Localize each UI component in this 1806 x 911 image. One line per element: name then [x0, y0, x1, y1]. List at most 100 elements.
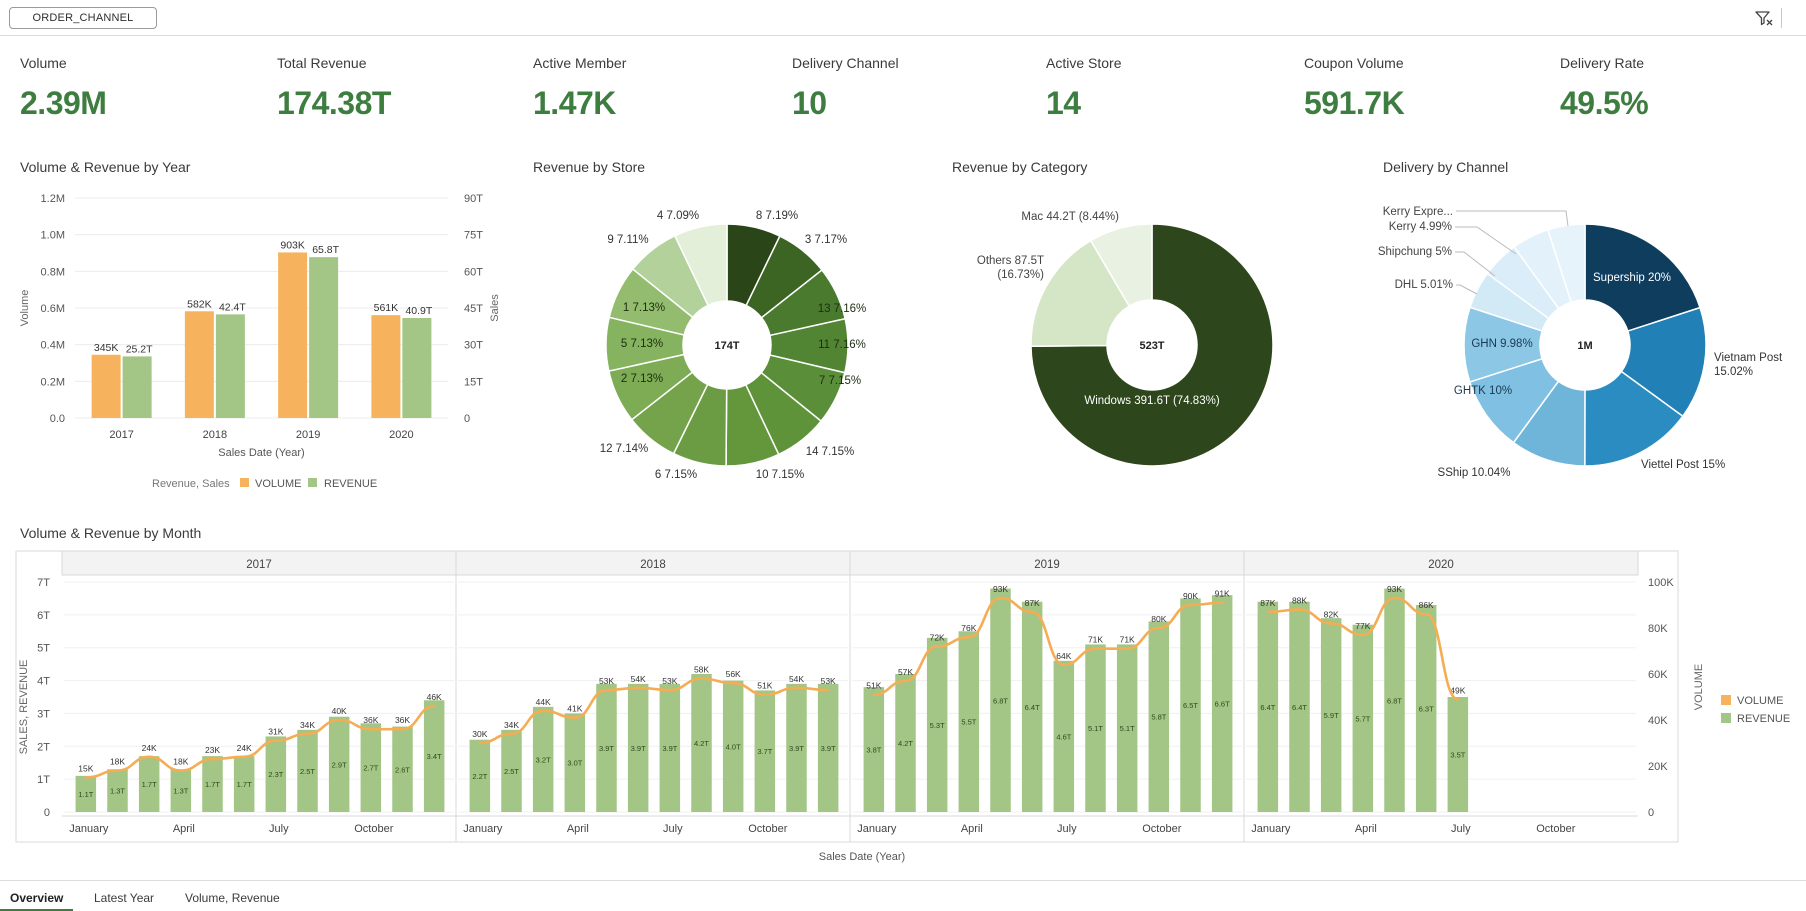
slice-label: 5 7.13% [621, 338, 663, 350]
revenue-data-label: 6.5T [1183, 701, 1198, 710]
volume-line [84, 704, 436, 779]
volume-data-label: 15K [78, 764, 93, 774]
volume-bar [184, 311, 214, 418]
y-tick-label: 0.6M [41, 303, 65, 315]
slice-label: SShip 10.04% [1438, 467, 1511, 479]
volume-data-label: 34K [504, 720, 519, 730]
y2-tick-label: 20K [1648, 761, 1668, 773]
revenue-data-label: 1.7T [205, 780, 220, 789]
revenue-data-label: 6.3T [1419, 705, 1434, 714]
y2-tick-label: 90T [464, 193, 483, 205]
kpi-delivery-rate: Delivery Rate 49.5% [1560, 55, 1806, 122]
revenue-data-label: 4.2T [898, 739, 913, 748]
x-axis-label: Sales Date (Year) [819, 851, 905, 863]
revenue-data-label: 3.9T [662, 744, 677, 753]
slice-label: Mac 44.2T (8.44%) [1021, 211, 1119, 223]
slice-label: Supership 20% [1593, 272, 1671, 284]
x-tick-label: April [961, 823, 983, 835]
legend-swatch-revenue [308, 478, 317, 487]
kpi-label: Active Member [533, 55, 627, 71]
slice-label: 11 7.16% [818, 339, 866, 351]
volume-data-label: 53K [662, 676, 677, 686]
revenue-data-label: 3.9T [631, 744, 646, 753]
legend-label: VOLUME [1737, 695, 1783, 707]
donut-center-label: 1M [1577, 340, 1592, 352]
volume-bar [371, 315, 401, 418]
revenue-data-label: 5.9T [1324, 711, 1339, 720]
tab-overview[interactable]: Overview [0, 891, 74, 911]
filter-icon[interactable] [1754, 9, 1774, 27]
x-tick-label: 2018 [203, 429, 227, 441]
volume-data-label: 18K [110, 757, 125, 767]
volume-data-label: 64K [1056, 651, 1071, 661]
y2-tick-label: 0 [1648, 807, 1654, 819]
volume-data-label: 51K [866, 681, 881, 691]
volume-data-label: 87K [1025, 598, 1040, 608]
volume-data-label: 30K [472, 729, 487, 739]
y2-tick-label: 80K [1648, 623, 1668, 635]
kpi-label: Volume [20, 55, 67, 71]
revenue-data-label: 1.1T [78, 790, 93, 799]
volume-data-label: 54K [789, 674, 804, 684]
volume-data-label: 36K [363, 715, 378, 725]
y-tick-label: 0 [44, 807, 50, 819]
legend-swatch-volume [240, 478, 249, 487]
delivery-chart-title: Delivery by Channel [1383, 159, 1509, 175]
revenue-data-label: 6.4T [1292, 703, 1307, 712]
kpi-value: 14 [1046, 85, 1081, 121]
revenue-data-label: 2.5T [504, 767, 519, 776]
tab-latest-year[interactable]: Latest Year [94, 891, 154, 911]
volume-data-label: 24K [237, 743, 252, 753]
filter-bar: ORDER_CHANNEL [0, 0, 1806, 36]
revenue-data-label: 2.9T [332, 760, 347, 769]
revenue-data-label: 40.9T [405, 305, 432, 317]
volume-data-label: 18K [173, 757, 188, 767]
category-donut-chart: Windows 391.6T (74.83%) Others 87.5T (16.7… [977, 211, 1274, 467]
volume-data-label: 56K [726, 669, 741, 679]
slice-label: (16.73%) [997, 269, 1044, 281]
y2-tick-label: 60K [1648, 669, 1668, 681]
revenue-data-label: 6.8T [993, 696, 1008, 705]
slice-label: 13 7.16% [818, 303, 867, 315]
donut-center-label: 523T [1139, 340, 1164, 352]
y2-axis-label: VOLUME [1693, 664, 1705, 710]
year-header-label: 2017 [246, 559, 272, 571]
slice-label: 2 7.13% [621, 373, 663, 385]
kpi-value: 174.38T [277, 85, 391, 121]
slice-label: 7 7.15% [819, 375, 861, 387]
kpi-delivery-channel: Delivery Channel 10 [792, 55, 1042, 122]
y-tick-label: 2T [37, 741, 50, 753]
y-tick-label: 0.0 [50, 413, 65, 425]
x-tick-label: 2019 [296, 429, 320, 441]
y2-axis-label: Sales [489, 294, 501, 322]
volume-data-label: 90K [1183, 591, 1198, 601]
slice-label: 15.02% [1714, 366, 1753, 378]
delivery-donut-chart: Supership 20% Vietnam Post 15.02% Viettel P… [1378, 206, 1783, 479]
volume-data-label: 87K [1260, 598, 1275, 608]
volume-data-label: 72K [930, 632, 945, 642]
slice-label: Others 87.5T [977, 255, 1044, 267]
x-tick-label: July [1451, 823, 1471, 835]
y-tick-label: 7T [37, 577, 50, 589]
order-channel-filter-pill[interactable]: ORDER_CHANNEL [9, 7, 157, 29]
revenue-data-label: 25.2T [126, 343, 153, 355]
volume-data-label: 53K [821, 676, 836, 686]
slice-label: Kerry 4.99% [1389, 221, 1452, 233]
revenue-data-label: 2.2T [472, 772, 487, 781]
slice-label: Kerry Expre... [1383, 206, 1453, 218]
x-tick-label: January [857, 823, 897, 835]
slice-label: 9 7.11% [607, 234, 648, 246]
x-tick-label: April [567, 823, 589, 835]
slice-label: DHL 5.01% [1395, 279, 1453, 291]
tab-volume-revenue[interactable]: Volume, Revenue [185, 891, 280, 911]
leader-line [1456, 210, 1569, 227]
y2-tick-label: 100K [1648, 577, 1674, 589]
y-tick-label: 6T [37, 610, 50, 622]
slice-label: Vietnam Post [1714, 352, 1783, 364]
slice-label: 6 7.15% [655, 469, 697, 481]
slice-label: 4 7.09% [657, 210, 699, 222]
revenue-data-label: 42.4T [219, 301, 246, 313]
revenue-data-label: 3.8T [866, 746, 881, 755]
volume-line [478, 677, 830, 745]
kpi-label: Coupon Volume [1304, 55, 1404, 71]
